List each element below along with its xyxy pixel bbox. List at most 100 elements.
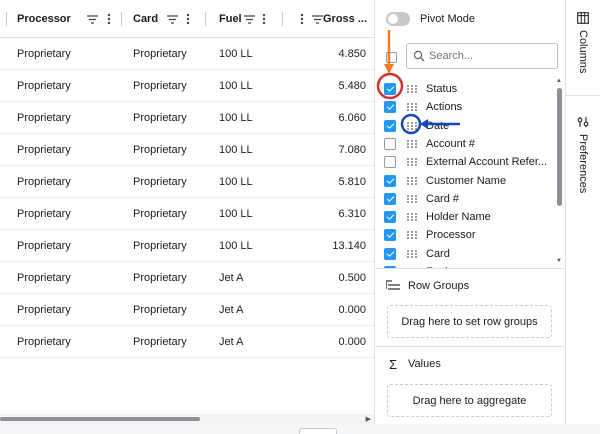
table-cell[interactable]: Proprietary bbox=[133, 262, 187, 294]
table-cell[interactable]: Proprietary bbox=[17, 198, 71, 230]
column-visibility-checkbox[interactable] bbox=[384, 247, 396, 260]
select-all-checkbox[interactable] bbox=[386, 52, 397, 63]
table-cell[interactable]: 100 LL bbox=[219, 198, 253, 230]
column-menu-icon[interactable] bbox=[258, 12, 270, 26]
drag-handle-icon[interactable] bbox=[406, 212, 418, 222]
table-cell-gross[interactable]: 0.000 bbox=[296, 326, 366, 358]
scroll-up-arrow-icon[interactable]: ▲ bbox=[556, 78, 562, 84]
column-visibility-checkbox[interactable] bbox=[384, 174, 396, 187]
tab-columns[interactable]: Columns bbox=[566, 12, 600, 96]
table-cell-gross[interactable]: 5.810 bbox=[296, 166, 366, 198]
drag-handle-icon[interactable] bbox=[406, 157, 418, 167]
column-menu-icon[interactable] bbox=[296, 12, 308, 26]
table-row[interactable]: Proprietary Proprietary Jet A 0.500 bbox=[0, 262, 374, 294]
horizontal-scrollbar[interactable]: ▶ bbox=[0, 414, 374, 424]
table-cell[interactable]: Proprietary bbox=[17, 230, 71, 262]
column-list-item[interactable]: Actions bbox=[384, 98, 556, 116]
table-cell[interactable]: Proprietary bbox=[17, 326, 71, 358]
table-cell[interactable]: Proprietary bbox=[17, 134, 71, 166]
table-row[interactable]: Proprietary Proprietary 100 LL 6.060 bbox=[0, 102, 374, 134]
scrollbar-thumb[interactable] bbox=[0, 417, 200, 421]
table-cell[interactable]: Proprietary bbox=[133, 166, 187, 198]
column-visibility-checkbox[interactable] bbox=[384, 192, 396, 205]
drag-handle-icon[interactable] bbox=[406, 84, 418, 94]
column-list-item[interactable]: Customer Name bbox=[384, 172, 556, 190]
table-cell[interactable]: Proprietary bbox=[17, 38, 71, 70]
drag-handle-icon[interactable] bbox=[406, 230, 418, 240]
table-cell[interactable]: Proprietary bbox=[133, 134, 187, 166]
table-cell[interactable]: Proprietary bbox=[133, 38, 187, 70]
table-cell[interactable]: Jet A bbox=[219, 294, 243, 326]
column-visibility-checkbox[interactable] bbox=[384, 101, 396, 114]
column-list-item[interactable]: Card bbox=[384, 245, 556, 263]
column-visibility-checkbox[interactable] bbox=[384, 229, 396, 242]
table-cell-gross[interactable]: 7.080 bbox=[296, 134, 366, 166]
filter-icon[interactable] bbox=[166, 12, 178, 26]
table-row[interactable]: Proprietary Proprietary 100 LL 5.810 bbox=[0, 166, 374, 198]
drag-handle-icon[interactable] bbox=[406, 139, 418, 149]
table-cell-gross[interactable]: 0.000 bbox=[296, 294, 366, 326]
table-row[interactable]: Proprietary Proprietary 100 LL 6.310 bbox=[0, 198, 374, 230]
column-list-item[interactable]: Account # bbox=[384, 135, 556, 153]
column-list-item[interactable]: Holder Name bbox=[384, 208, 556, 226]
table-cell[interactable]: Proprietary bbox=[17, 262, 71, 294]
filter-icon[interactable] bbox=[244, 12, 256, 26]
table-cell[interactable]: Proprietary bbox=[17, 102, 71, 134]
table-row[interactable]: Proprietary Proprietary 100 LL 13.140 bbox=[0, 230, 374, 262]
scroll-right-arrow-icon[interactable]: ▶ bbox=[366, 415, 371, 423]
column-list-item[interactable]: Processor bbox=[384, 226, 556, 244]
table-cell[interactable]: Proprietary bbox=[133, 326, 187, 358]
table-cell[interactable]: 100 LL bbox=[219, 70, 253, 102]
table-cell-gross[interactable]: 0.500 bbox=[296, 262, 366, 294]
header-separator[interactable] bbox=[205, 12, 206, 26]
column-list-scrollbar[interactable]: ▲ ▼ bbox=[555, 78, 563, 266]
column-visibility-checkbox[interactable] bbox=[384, 211, 396, 224]
pivot-mode-toggle[interactable] bbox=[386, 12, 410, 26]
table-cell[interactable]: Proprietary bbox=[133, 294, 187, 326]
column-visibility-checkbox[interactable] bbox=[384, 83, 396, 95]
table-cell[interactable]: 100 LL bbox=[219, 230, 253, 262]
column-visibility-checkbox[interactable] bbox=[384, 119, 396, 132]
drag-handle-icon[interactable] bbox=[406, 249, 418, 259]
table-row[interactable]: Proprietary Proprietary Jet A 0.000 bbox=[0, 294, 374, 326]
table-cell[interactable]: Proprietary bbox=[133, 70, 187, 102]
table-cell-gross[interactable]: 6.060 bbox=[296, 102, 366, 134]
column-search-input[interactable] bbox=[429, 50, 549, 62]
column-menu-icon[interactable] bbox=[103, 12, 115, 26]
scroll-down-arrow-icon[interactable]: ▼ bbox=[556, 258, 562, 264]
row-groups-drop-zone[interactable]: Drag here to set row groups bbox=[387, 305, 552, 338]
filter-icon[interactable] bbox=[312, 12, 323, 26]
table-cell[interactable]: 100 LL bbox=[219, 134, 253, 166]
header-separator[interactable] bbox=[282, 12, 283, 26]
header-fuel[interactable]: Fuel bbox=[219, 0, 277, 38]
filter-icon[interactable] bbox=[87, 12, 99, 26]
table-cell-gross[interactable]: 5.480 bbox=[296, 70, 366, 102]
header-separator[interactable] bbox=[6, 12, 7, 26]
table-row[interactable]: Proprietary Proprietary Jet A 0.000 bbox=[0, 326, 374, 358]
table-row[interactable]: Proprietary Proprietary 100 LL 7.080 bbox=[0, 134, 374, 166]
bottom-tab[interactable] bbox=[299, 428, 337, 434]
column-list-item[interactable]: Status bbox=[384, 80, 556, 98]
column-list-item[interactable]: External Account Refer... bbox=[384, 153, 556, 171]
scrollbar-thumb[interactable] bbox=[557, 88, 562, 206]
pivot-mode-control[interactable]: Pivot Mode bbox=[386, 10, 475, 28]
table-cell[interactable]: Proprietary bbox=[17, 166, 71, 198]
drag-handle-icon[interactable] bbox=[406, 102, 418, 112]
table-cell-gross[interactable]: 4.850 bbox=[296, 38, 366, 70]
table-cell[interactable]: Jet A bbox=[219, 262, 243, 294]
header-separator[interactable] bbox=[121, 12, 122, 26]
table-cell[interactable]: 100 LL bbox=[219, 102, 253, 134]
table-cell[interactable]: Proprietary bbox=[17, 294, 71, 326]
drag-handle-icon[interactable] bbox=[406, 194, 418, 204]
header-card[interactable]: Card bbox=[133, 0, 199, 38]
column-visibility-checkbox[interactable] bbox=[384, 137, 396, 150]
table-row[interactable]: Proprietary Proprietary 100 LL 4.850 bbox=[0, 38, 374, 70]
drag-handle-icon[interactable] bbox=[406, 121, 418, 131]
tab-preferences[interactable]: Preferences bbox=[566, 116, 600, 206]
drag-handle-icon[interactable] bbox=[406, 176, 418, 186]
table-cell[interactable]: 100 LL bbox=[219, 38, 253, 70]
table-cell[interactable]: Proprietary bbox=[17, 70, 71, 102]
table-cell[interactable]: Proprietary bbox=[133, 102, 187, 134]
table-cell[interactable]: Proprietary bbox=[133, 230, 187, 262]
table-cell[interactable]: Jet A bbox=[219, 326, 243, 358]
